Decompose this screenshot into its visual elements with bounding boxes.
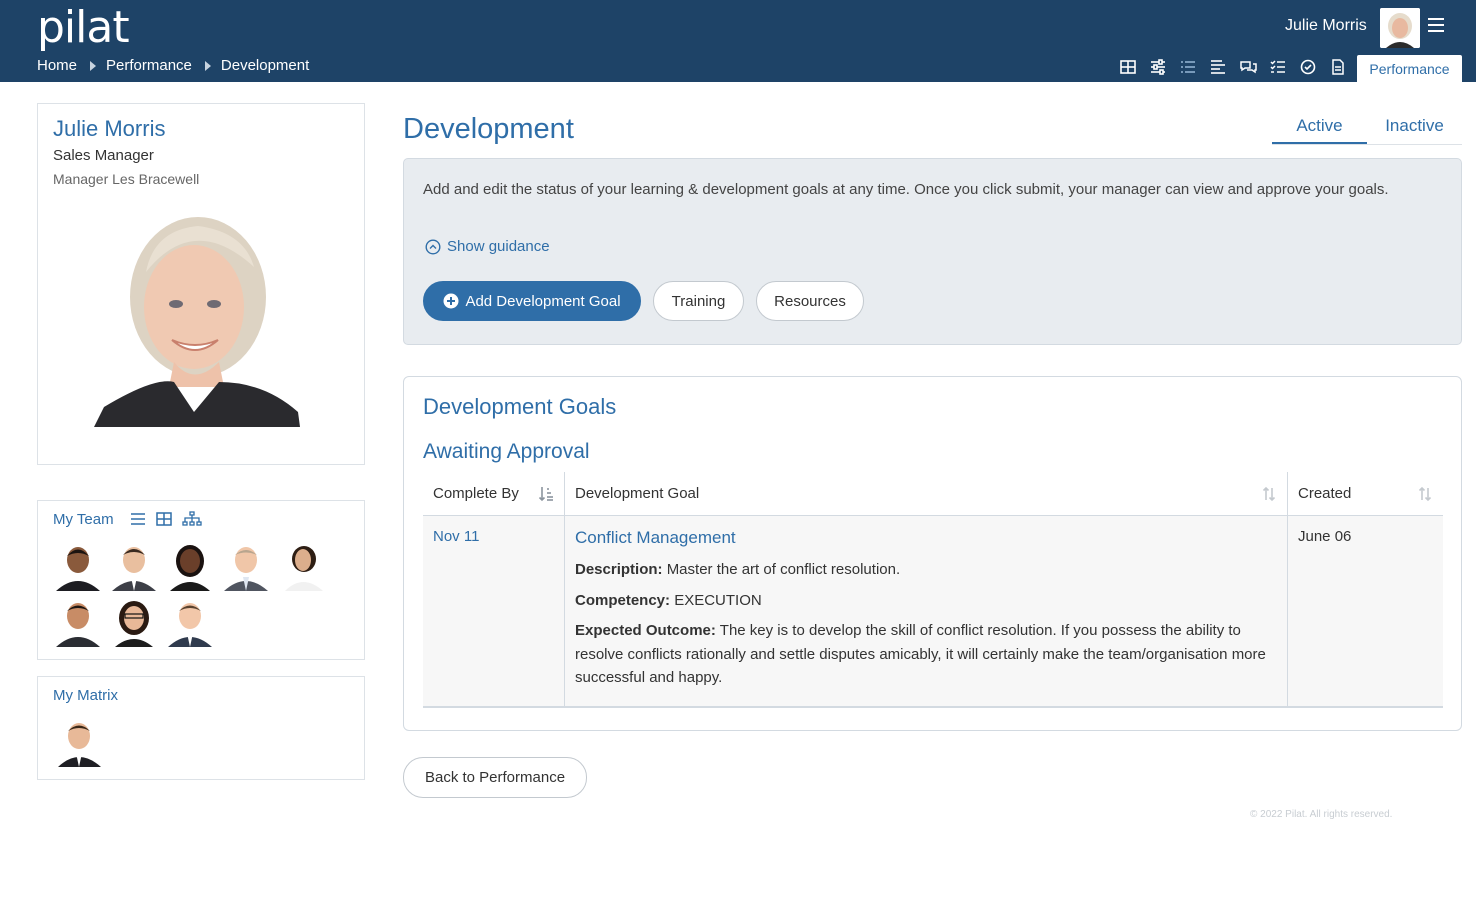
chat-icon[interactable] bbox=[1239, 58, 1257, 76]
breadcrumb-home[interactable]: Home bbox=[37, 57, 77, 74]
table-row[interactable]: Nov 11 Conflict Management Description: … bbox=[423, 516, 1443, 708]
tab-active[interactable]: Active bbox=[1272, 107, 1367, 144]
my-team-card: My Team bbox=[37, 500, 365, 660]
column-complete-by-label: Complete By bbox=[433, 485, 519, 502]
team-member-avatar[interactable] bbox=[109, 597, 159, 647]
breadcrumb: Home Performance Development bbox=[37, 57, 309, 74]
profile-role: Sales Manager bbox=[53, 147, 154, 164]
profile-name[interactable]: Julie Morris bbox=[53, 116, 165, 142]
header-user-avatar[interactable] bbox=[1380, 8, 1420, 48]
outcome-label: Expected Outcome: bbox=[575, 622, 716, 639]
intro-actions: Add Development Goal Training Resources bbox=[423, 281, 864, 321]
align-left-icon[interactable] bbox=[1209, 58, 1227, 76]
matrix-avatars bbox=[53, 717, 353, 767]
competency-value: EXECUTION bbox=[674, 591, 762, 609]
status-tabs: Active Inactive bbox=[1272, 107, 1462, 145]
resources-button[interactable]: Resources bbox=[756, 281, 864, 321]
hamburger-menu-icon[interactable] bbox=[1428, 18, 1444, 32]
show-guidance-link[interactable]: Show guidance bbox=[425, 238, 550, 255]
created-cell: June 06 bbox=[1288, 516, 1443, 706]
matrix-member-avatar[interactable] bbox=[53, 717, 103, 767]
intro-text: Add and edit the status of your learning… bbox=[423, 181, 1389, 198]
top-header: pilat Home Performance Development Julie… bbox=[0, 0, 1476, 82]
my-matrix-title: My Matrix bbox=[53, 687, 118, 704]
header-user-name[interactable]: Julie Morris bbox=[1285, 17, 1367, 35]
profile-card: Julie Morris Sales Manager Manager Les B… bbox=[37, 103, 365, 465]
training-button[interactable]: Training bbox=[653, 281, 744, 321]
intro-panel: Add and edit the status of your learning… bbox=[403, 158, 1462, 345]
section-toolbar bbox=[1119, 58, 1347, 76]
column-development-goal-label: Development Goal bbox=[575, 485, 700, 502]
description-label: Description: bbox=[575, 561, 663, 578]
sort-icon[interactable] bbox=[1417, 486, 1433, 502]
plus-circle-icon bbox=[443, 293, 459, 309]
back-to-performance-button[interactable]: Back to Performance bbox=[403, 757, 587, 798]
competency-label: Competency: bbox=[575, 591, 671, 609]
show-guidance-label: Show guidance bbox=[447, 238, 550, 255]
sort-icon[interactable] bbox=[1261, 486, 1277, 502]
team-view-toggles bbox=[130, 511, 202, 531]
pilat-logo[interactable]: pilat bbox=[37, 2, 130, 53]
column-complete-by[interactable]: Complete By bbox=[423, 472, 565, 515]
tab-inactive[interactable]: Inactive bbox=[1367, 107, 1462, 144]
list-icon[interactable] bbox=[1179, 58, 1197, 76]
team-member-avatar[interactable] bbox=[53, 541, 103, 591]
team-member-avatar[interactable] bbox=[165, 541, 215, 591]
team-member-avatar[interactable] bbox=[221, 541, 271, 591]
footer-copyright: © 2022 Pilat. All rights reserved. bbox=[1250, 809, 1393, 820]
my-team-title: My Team bbox=[53, 511, 114, 528]
grid-icon[interactable] bbox=[1119, 58, 1137, 76]
tab-performance[interactable]: Performance bbox=[1357, 55, 1462, 82]
page-title: Development bbox=[403, 113, 574, 145]
breadcrumb-development: Development bbox=[220, 57, 310, 74]
table-header: Complete By Development Goal Created bbox=[423, 472, 1443, 516]
breadcrumb-performance[interactable]: Performance bbox=[106, 57, 192, 74]
profile-manager: Manager Les Bracewell bbox=[53, 171, 200, 187]
check-circle-icon[interactable] bbox=[1299, 58, 1317, 76]
column-development-goal[interactable]: Development Goal bbox=[565, 472, 1288, 515]
team-member-avatar[interactable] bbox=[53, 597, 103, 647]
complete-by-date: Nov 11 bbox=[433, 528, 480, 545]
org-chart-icon[interactable] bbox=[182, 511, 202, 531]
awaiting-approval-heading: Awaiting Approval bbox=[423, 440, 590, 463]
breadcrumb-separator-icon bbox=[204, 60, 211, 71]
grid-view-icon[interactable] bbox=[156, 511, 172, 531]
document-icon[interactable] bbox=[1329, 58, 1347, 76]
team-member-avatar[interactable] bbox=[109, 541, 159, 591]
development-goals-title: Development Goals bbox=[423, 394, 617, 419]
checklist-icon[interactable] bbox=[1269, 58, 1287, 76]
profile-photo bbox=[94, 212, 300, 427]
complete-by-cell: Nov 11 bbox=[423, 516, 565, 706]
column-created-label: Created bbox=[1298, 485, 1352, 502]
goals-table: Complete By Development Goal Created Nov… bbox=[423, 472, 1443, 708]
created-date: June 06 bbox=[1298, 528, 1352, 545]
breadcrumb-separator-icon bbox=[90, 60, 97, 71]
development-goals-panel: Development Goals Awaiting Approval Comp… bbox=[403, 376, 1462, 731]
column-created[interactable]: Created bbox=[1288, 472, 1443, 515]
goal-name-link[interactable]: Conflict Management bbox=[575, 528, 1277, 548]
goal-cell: Conflict Management Description: Master … bbox=[565, 516, 1288, 706]
goal-description: Description: Master the art of conflict … bbox=[575, 558, 1277, 582]
team-avatars bbox=[53, 541, 353, 647]
add-development-goal-label: Add Development Goal bbox=[465, 292, 621, 310]
team-member-avatar[interactable] bbox=[277, 541, 327, 591]
sliders-icon[interactable] bbox=[1149, 58, 1167, 76]
my-matrix-card: My Matrix bbox=[37, 676, 365, 780]
chevron-up-circle-icon bbox=[425, 238, 441, 255]
add-development-goal-button[interactable]: Add Development Goal bbox=[423, 281, 641, 321]
description-value: Master the art of conflict resolution. bbox=[666, 561, 901, 578]
team-member-avatar[interactable] bbox=[165, 597, 215, 647]
goal-expected-outcome: Expected Outcome: The key is to develop … bbox=[575, 619, 1277, 690]
sort-ascending-icon[interactable] bbox=[538, 486, 554, 502]
goal-competency: Competency: EXECUTION bbox=[575, 589, 1277, 613]
list-view-icon[interactable] bbox=[130, 511, 146, 531]
